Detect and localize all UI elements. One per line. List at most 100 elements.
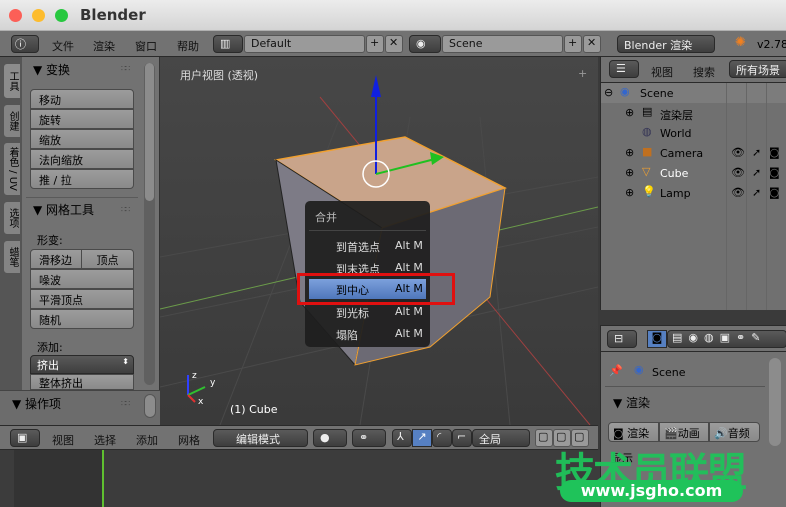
translate-manipulator-icon[interactable]: ↗ [412, 429, 432, 447]
render-button[interactable]: ◙ 渲染 [608, 422, 659, 442]
editor-type-info-icon[interactable]: ⓘ [11, 35, 39, 53]
tab-options[interactable]: 选项 [3, 201, 21, 235]
tab-create[interactable]: 创建 [3, 104, 21, 138]
render-engine-select[interactable]: Blender 渲染 [617, 35, 715, 53]
rotate-button[interactable]: 旋转 [30, 109, 134, 129]
add-scene-icon[interactable]: + [564, 35, 582, 53]
pivot-point-icon[interactable]: ⚭ [352, 429, 386, 447]
render-camera-icon: ◙ [769, 166, 780, 179]
pin-icon[interactable]: 📌 [609, 364, 623, 377]
tab-grease-pencil[interactable]: 蜡笔 [3, 240, 21, 274]
drag-grip-icon[interactable]: ∷∷ [121, 399, 130, 408]
scrollbar-thumb[interactable] [145, 63, 154, 201]
drag-grip-icon[interactable]: ∷∷ [121, 64, 130, 73]
add-label: 添加: [37, 341, 63, 354]
operator-panel-header[interactable]: ▼ 操作项 [12, 395, 61, 412]
scrollbar-thumb[interactable] [769, 358, 781, 446]
outliner-menu-view[interactable]: 视图 [651, 64, 673, 80]
transform-title: 变换 [46, 63, 71, 77]
outliner-item-lamp[interactable]: ⊕ 💡 Lamp 👁 ➚ ◙ [600, 184, 786, 204]
display-mode-select[interactable]: 所有场景 [729, 60, 786, 78]
audio-button[interactable]: 🔊音频 [709, 422, 760, 442]
menu-window[interactable]: 窗口 [135, 38, 157, 54]
timeline[interactable] [0, 450, 600, 507]
add-layout-icon[interactable]: + [366, 35, 384, 53]
outliner-item-world[interactable]: ◍ World [600, 124, 786, 144]
rotate-manipulator-icon[interactable]: ◜ [432, 429, 452, 447]
animation-button[interactable]: 🎬动画 [659, 422, 709, 442]
orientation-select[interactable]: 全局 [472, 429, 530, 447]
gizmo-z-arrow [371, 75, 381, 97]
context-path-scene: Scene [652, 366, 686, 379]
scrollbar-track[interactable] [144, 63, 155, 385]
transform-panel-header[interactable]: ▼ 变换 [33, 61, 70, 78]
extrude-select[interactable]: 挤出 ⬍ [30, 355, 134, 374]
merge-menu-title: 合并 [315, 211, 337, 224]
vertex-select-icon[interactable]: ▢ [535, 429, 553, 447]
drag-grip-icon[interactable]: ∷∷ [121, 205, 130, 214]
select-cursor-icon: ➚ [752, 186, 762, 199]
menu-file[interactable]: 文件 [52, 38, 74, 54]
push-pull-button[interactable]: 推 / 拉 [30, 169, 134, 189]
minimize-window-button[interactable] [32, 9, 45, 22]
current-frame-indicator[interactable] [102, 450, 104, 507]
outliner-item-render-layers[interactable]: ⊕ ▤ 渲染层 [600, 104, 786, 124]
vertex-slide-button[interactable]: 顶点 [81, 249, 134, 269]
mode-select[interactable]: 编辑模式 [213, 429, 308, 447]
properties-toggle-icon[interactable]: + [578, 67, 587, 80]
manipulator-toggle-icon[interactable]: ⅄ [392, 429, 412, 447]
tool-shelf: 工具 创建 着色 / UV 选项 蜡笔 ▼ 变换 ∷∷ 移动 旋转 缩放 法向缩… [0, 57, 160, 425]
menu-view[interactable]: 视图 [52, 432, 74, 448]
render-camera-icon: ◙ [769, 186, 780, 199]
smooth-vertex-button[interactable]: 平滑顶点 [30, 289, 134, 309]
render-panel-title: 渲染 [626, 396, 651, 410]
editor-type-3d-icon[interactable]: ▣ [10, 429, 40, 447]
scene-icon[interactable]: ◉ [409, 35, 441, 53]
render-context-icon[interactable]: ◙ [647, 330, 667, 348]
layout-icon[interactable]: ▥ [213, 35, 243, 53]
view-label: 用户视图 (透视) [180, 69, 259, 82]
scale-button[interactable]: 缩放 [30, 129, 134, 149]
context-tabs[interactable]: ▤◉◍▣⚭✎ [667, 330, 786, 348]
scrollbar-thumb[interactable] [144, 394, 156, 418]
remove-scene-icon[interactable]: ✕ [583, 35, 601, 53]
object-label: (1) Cube [230, 403, 278, 416]
menu-mesh[interactable]: 网格 [178, 432, 200, 448]
operator-title: 操作项 [25, 397, 62, 411]
render-panel-header[interactable]: ▼ 渲染 [613, 394, 650, 411]
menu-render[interactable]: 渲染 [93, 38, 115, 54]
outliner-item-cube[interactable]: ⊕ ▽ Cube 👁 ➚ ◙ [600, 164, 786, 184]
tab-shading-uv[interactable]: 着色 / UV [3, 142, 21, 196]
move-button[interactable]: 移动 [30, 89, 134, 109]
timeline-inactive-range [14, 450, 102, 507]
menu-item-collapse[interactable]: 塌陷 Alt M [305, 324, 430, 344]
outliner-item-scene[interactable]: ⊖ ◉ Scene [600, 84, 786, 104]
divider [26, 197, 138, 198]
viewport-shading-icon[interactable]: ● [313, 429, 347, 447]
noise-button[interactable]: 噪波 [30, 269, 134, 289]
mesh-tools-panel-header[interactable]: ▼ 网格工具 [33, 201, 94, 218]
version-label: v2.78 [757, 38, 786, 51]
maximize-window-button[interactable] [55, 9, 68, 22]
menu-help[interactable]: 帮助 [177, 38, 199, 54]
remove-layout-icon[interactable]: ✕ [385, 35, 403, 53]
menu-item-at-cursor[interactable]: 到光标 Alt M [305, 302, 430, 322]
highlight-annotation-box [297, 273, 455, 305]
menu-select[interactable]: 选择 [94, 432, 116, 448]
tab-tools[interactable]: 工具 [3, 63, 21, 99]
randomize-button[interactable]: 随机 [30, 309, 134, 329]
scale-manipulator-icon[interactable]: ⌐ [452, 429, 472, 447]
layout-field[interactable]: Default [244, 35, 365, 53]
shrink-fatten-button[interactable]: 法向缩放 [30, 149, 134, 169]
close-window-button[interactable] [9, 9, 22, 22]
scene-field[interactable]: Scene [442, 35, 563, 53]
extrude-region-button[interactable]: 整体挤出 [30, 374, 134, 390]
menu-add[interactable]: 添加 [136, 432, 158, 448]
editor-type-properties-icon[interactable]: ⊟ [607, 330, 637, 348]
editor-type-outliner-icon[interactable]: ☰ [609, 60, 639, 78]
menu-item-at-first[interactable]: 到首选点 Alt M [305, 236, 430, 256]
outliner-menu-search[interactable]: 搜索 [693, 64, 715, 80]
axis-label-z: z [192, 371, 197, 381]
outliner-item-camera[interactable]: ⊕ ■ Camera 👁 ➚ ◙ [600, 144, 786, 164]
edge-slide-button[interactable]: 滑移边 [30, 249, 82, 269]
